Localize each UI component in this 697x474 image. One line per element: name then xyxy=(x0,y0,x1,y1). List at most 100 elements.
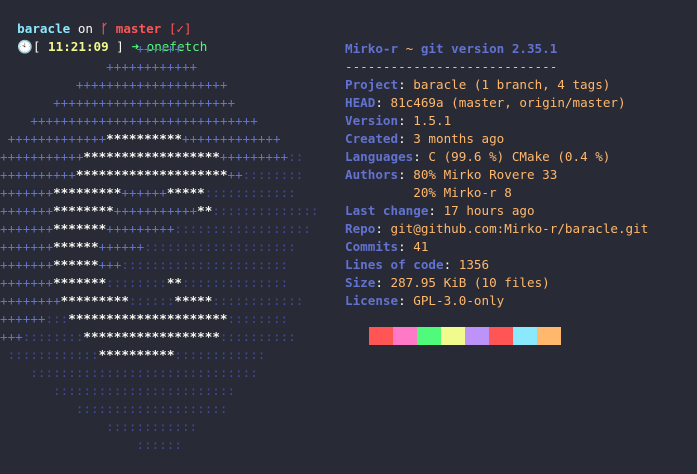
logo-segment: +++++++ xyxy=(0,203,54,218)
info-title-user: Mirko-r xyxy=(345,41,399,56)
info-colon: : xyxy=(398,239,414,254)
logo-segment: :::::::: xyxy=(106,275,167,290)
logo-segment: ****** xyxy=(53,257,99,272)
info-colon: : xyxy=(375,275,391,290)
info-colon: : xyxy=(413,149,429,164)
info-key: Last change xyxy=(345,203,429,218)
logo-segment: +++++++ xyxy=(0,257,54,272)
info-separator: ---------------------------- xyxy=(345,59,558,74)
color-swatch xyxy=(441,327,465,345)
info-value: 20% Mirko-r 8 xyxy=(345,185,512,200)
logo-segment: ++++++ xyxy=(121,185,167,200)
info-key: Created xyxy=(345,131,399,146)
info-colon: : xyxy=(428,203,444,218)
logo-segment: :::::::::::: xyxy=(204,185,296,200)
info-title-sep: ~ xyxy=(398,41,421,56)
info-row: HEAD: 81c469a (master, origin/master) xyxy=(345,94,648,112)
info-colon: : xyxy=(398,113,414,128)
logo-line: +++++++++++******************+++++++++:: xyxy=(0,148,303,166)
logo-segment: ** xyxy=(166,275,182,290)
info-value: 80% Mirko Rovere 33 xyxy=(413,167,558,182)
logo-line: :::::::::::::::::::: xyxy=(0,400,228,418)
logo-segment: ****************** xyxy=(83,149,220,164)
logo-segment: :::::::::::::::::::::::: xyxy=(0,383,236,398)
info-key: Authors xyxy=(345,167,399,182)
logo-segment: ++++++++++++ xyxy=(0,59,198,74)
info-key: HEAD xyxy=(345,95,376,110)
info-key: Repo xyxy=(345,221,376,236)
info-row: Lines of code: 1356 xyxy=(345,256,648,274)
color-swatch xyxy=(537,327,561,345)
logo-segment: ********** xyxy=(98,347,175,362)
color-swatch xyxy=(465,327,489,345)
logo-segment: :::::::: xyxy=(22,329,84,344)
info-value: 81c469a (master, origin/master) xyxy=(390,95,626,110)
logo-segment: ****************** xyxy=(83,329,220,344)
logo-segment: ********* xyxy=(60,293,129,308)
info-colon: : xyxy=(398,167,414,182)
logo-segment: +++++++ xyxy=(0,185,54,200)
logo-line: :::::::::::::::::::::::::::::: xyxy=(0,364,257,382)
logo-segment: +++++++ xyxy=(0,239,54,254)
logo-line: +++++++******+++:::::::::::::::::::::: xyxy=(0,256,288,274)
info-row: Version: 1.5.1 xyxy=(345,112,648,130)
logo-segment: :::::::::::::: xyxy=(182,275,289,290)
logo-segment: ******************** xyxy=(75,167,228,182)
info-row: Last change: 17 hours ago xyxy=(345,202,648,220)
info-row: Languages: C (99.6 %) CMake (0.4 %) xyxy=(345,148,648,166)
info-value: GPL-3.0-only xyxy=(413,293,505,308)
logo-segment: :::::::::::::::::: xyxy=(174,221,311,236)
logo-segment: :::::::::::::: xyxy=(212,203,319,218)
logo-line: ++++++:::*********************:::::::: xyxy=(0,310,288,328)
logo-line: +++++++*********++++++*****:::::::::::: xyxy=(0,184,296,202)
logo-segment: :::::::::::::::::::::: xyxy=(121,257,289,272)
logo-segment: ** xyxy=(197,203,213,218)
logo-segment: :::::::::::: xyxy=(212,293,304,308)
logo-segment: +++ xyxy=(98,257,122,272)
logo-segment: :::::::: xyxy=(227,311,289,326)
logo-line: ++++++++*********::::::*****:::::::::::: xyxy=(0,292,303,310)
info-key: Version xyxy=(345,113,399,128)
logo-segment: ****** xyxy=(53,239,99,254)
logo-segment: :::::::: xyxy=(242,167,304,182)
logo-segment: :::::: xyxy=(128,293,175,308)
logo-segment: :::::::::::: xyxy=(0,347,99,362)
logo-line: +++::::::::******************:::::::::: xyxy=(0,328,296,346)
logo-segment: ******* xyxy=(53,221,107,236)
logo-line: ++++++++++++++++++++++++ xyxy=(0,94,235,112)
info-key: License xyxy=(345,293,399,308)
logo-segment: :::::::::: xyxy=(219,329,296,344)
logo-line: ++++++++++********************++:::::::: xyxy=(0,166,303,184)
logo-segment: ::: xyxy=(45,311,69,326)
logo-line: ::::::::::::**********:::::::::::: xyxy=(0,346,266,364)
logo-segment: +++++++++++++ xyxy=(0,131,107,146)
info-value: git@github.com:Mirko-r/baracle.git xyxy=(390,221,649,236)
info-row: Authors: 80% Mirko Rovere 33 xyxy=(345,166,648,184)
info-key: Lines of code xyxy=(345,257,444,272)
logo-segment: ++ xyxy=(227,167,243,182)
color-swatch xyxy=(393,327,417,345)
logo-segment: ++++++++++++++++++++ xyxy=(0,77,228,92)
logo-line: +++++++******++++++:::::::::::::::::::: xyxy=(0,238,296,256)
logo-segment: ++++++++ xyxy=(0,293,61,308)
info-key: Commits xyxy=(345,239,399,254)
color-swatch xyxy=(417,327,441,345)
logo-segment: +++++++++++ xyxy=(113,203,198,218)
logo-segment: ***** xyxy=(166,185,205,200)
logo-segment: +++++++++ xyxy=(106,221,175,236)
info-value: 1.5.1 xyxy=(413,113,452,128)
info-row: License: GPL-3.0-only xyxy=(345,292,648,310)
logo-segment: ********** xyxy=(106,131,182,146)
logo-segment: +++++++ xyxy=(0,275,54,290)
logo-segment: :::::::::::::::::::: xyxy=(144,239,296,254)
logo-line: +++++++++++++**********+++++++++++++ xyxy=(0,130,281,148)
color-palette xyxy=(345,327,561,345)
logo-line: :::::::::::::::::::::::: xyxy=(0,382,235,400)
info-colon: : xyxy=(443,257,459,272)
logo-line: +++++++*******::::::::**:::::::::::::: xyxy=(0,274,288,292)
logo-segment: ++++++++++++++++++++++++++++++ xyxy=(0,113,258,128)
logo-segment: ***** xyxy=(174,293,213,308)
logo-segment: +++++++++ xyxy=(219,149,289,164)
logo-segment: ++++++ xyxy=(98,239,145,254)
logo-line: +++++++********+++++++++++**::::::::::::… xyxy=(0,202,318,220)
